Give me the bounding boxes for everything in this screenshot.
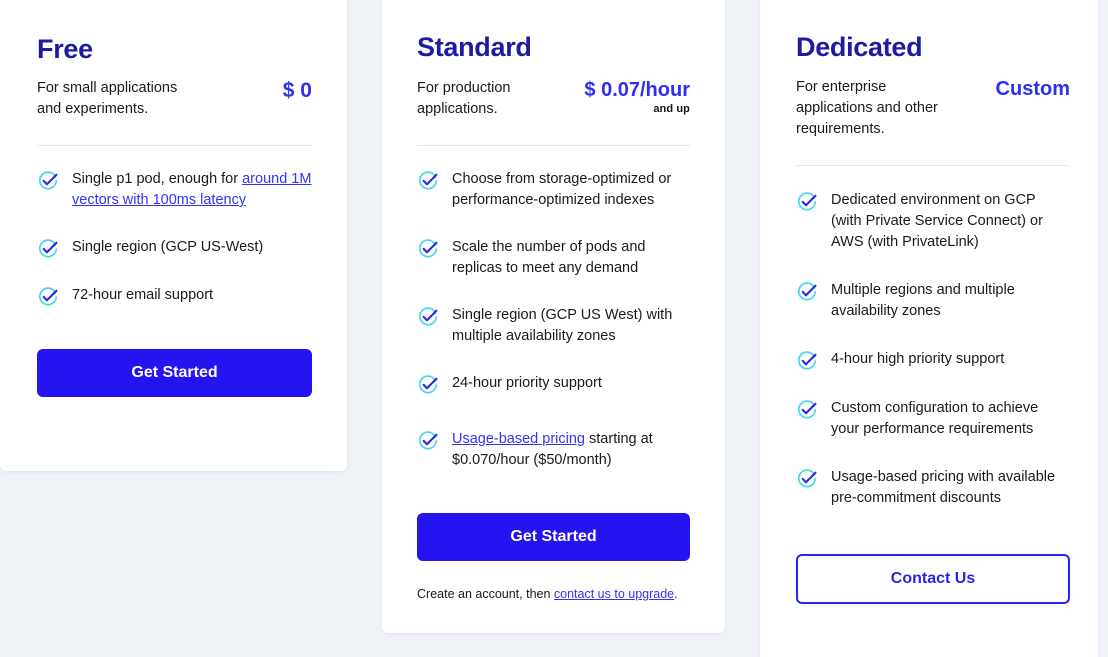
check-circle-icon bbox=[37, 286, 59, 308]
feature-list-standard: Choose from storage-optimized or perform… bbox=[417, 169, 690, 471]
feature-text: 4-hour high priority support bbox=[831, 351, 1005, 367]
list-item: 24-hour priority support bbox=[417, 373, 690, 395]
check-circle-icon bbox=[796, 191, 818, 213]
list-item: Scale the number of pods and replicas to… bbox=[417, 237, 690, 279]
plan-price: Custom bbox=[995, 78, 1070, 100]
plan-footnote: Create an account, then contact us to up… bbox=[417, 587, 678, 601]
feature-text: Scale the number of pods and replicas to… bbox=[452, 239, 646, 276]
pricing-card-standard: Standard For production applications. $ … bbox=[382, 0, 725, 633]
page-title: Free bbox=[37, 34, 93, 64]
pricing-card-dedicated: Dedicated For enterprise applications an… bbox=[760, 0, 1098, 657]
list-item: Choose from storage-optimized or perform… bbox=[417, 169, 690, 211]
pricing-plans-container: Free For small applications and experime… bbox=[0, 0, 1108, 657]
list-item: Single p1 pod, enough for around 1M vect… bbox=[37, 169, 312, 211]
pricing-card-free: Free For small applications and experime… bbox=[0, 0, 347, 471]
feature-text: Multiple regions and multiple availabili… bbox=[831, 282, 1015, 319]
feature-text: Usage-based pricing with available pre-c… bbox=[831, 469, 1056, 506]
plan-header-row-standard: For production applications. $ 0.07/hour… bbox=[417, 78, 690, 120]
inline-link[interactable]: Usage-based pricing bbox=[452, 431, 585, 447]
divider bbox=[37, 145, 312, 146]
feature-text: 72-hour email support bbox=[72, 287, 214, 303]
list-item: 4-hour high priority support bbox=[796, 349, 1070, 371]
plan-price: $ 0 bbox=[282, 79, 312, 102]
list-item: Multiple regions and multiple availabili… bbox=[796, 280, 1070, 322]
check-circle-icon bbox=[417, 306, 439, 328]
divider bbox=[417, 145, 690, 146]
cta-wrapper-dedicated: Contact Us bbox=[796, 554, 1070, 604]
list-item: Custom configuration to achieve your per… bbox=[796, 398, 1070, 440]
contact-us-button[interactable]: Contact Us bbox=[796, 554, 1070, 604]
feature-text: Single region (GCP US-West) bbox=[72, 239, 264, 255]
list-item: Dedicated environment on GCP (with Priva… bbox=[796, 190, 1070, 253]
plan-tagline: For production applications. bbox=[417, 80, 511, 117]
cta-wrapper-standard: Get Started bbox=[417, 513, 690, 561]
check-circle-icon bbox=[37, 238, 59, 260]
plan-tagline: For enterprise applications and other re… bbox=[796, 79, 938, 137]
list-item: Single region (GCP US West) with multipl… bbox=[417, 305, 690, 347]
plan-price: $ 0.07/hour bbox=[584, 79, 690, 101]
check-circle-icon bbox=[37, 170, 59, 192]
check-circle-icon bbox=[796, 281, 818, 303]
feature-list-free: Single p1 pod, enough for around 1M vect… bbox=[37, 169, 312, 307]
feature-text: Usage-based pricing starting at $0.070/h… bbox=[452, 431, 653, 468]
feature-text: Single p1 pod, enough for around 1M vect… bbox=[72, 171, 312, 208]
cta-wrapper-free: Get Started bbox=[37, 349, 312, 397]
plan-tagline: For small applications and experiments. bbox=[37, 80, 178, 117]
inline-link[interactable]: contact us to upgrade bbox=[554, 587, 674, 601]
check-circle-icon bbox=[796, 399, 818, 421]
feature-text: 24-hour priority support bbox=[452, 375, 602, 391]
plan-price-note: and up bbox=[653, 103, 690, 115]
list-item: 72-hour email support bbox=[37, 285, 312, 307]
inline-link[interactable]: around 1M vectors with 100ms latency bbox=[72, 171, 311, 208]
plan-header-row-free: For small applications and experiments. … bbox=[37, 78, 312, 120]
list-item: Usage-based pricing starting at $0.070/h… bbox=[417, 429, 690, 471]
get-started-button[interactable]: Get Started bbox=[37, 349, 312, 397]
plan-price-block: $ 0.07/hour and up bbox=[584, 78, 690, 116]
plan-title-standard: Standard bbox=[417, 32, 532, 62]
check-circle-icon bbox=[796, 350, 818, 372]
check-circle-icon bbox=[796, 468, 818, 490]
plan-title-dedicated: Dedicated bbox=[796, 32, 923, 62]
list-item: Single region (GCP US-West) bbox=[37, 237, 312, 259]
plan-price-block: $ 0 bbox=[283, 78, 312, 104]
feature-text: Choose from storage-optimized or perform… bbox=[452, 171, 672, 208]
get-started-button[interactable]: Get Started bbox=[417, 513, 690, 561]
plan-price-block: Custom bbox=[996, 77, 1070, 102]
feature-list-dedicated: Dedicated environment on GCP (with Priva… bbox=[796, 190, 1070, 509]
feature-text: Custom configuration to achieve your per… bbox=[831, 400, 1039, 437]
check-circle-icon bbox=[417, 374, 439, 396]
check-circle-icon bbox=[417, 430, 439, 452]
check-circle-icon bbox=[417, 170, 439, 192]
list-item: Usage-based pricing with available pre-c… bbox=[796, 467, 1070, 509]
plan-header-row-dedicated: For enterprise applications and other re… bbox=[796, 77, 1070, 140]
feature-text: Dedicated environment on GCP (with Priva… bbox=[831, 192, 1043, 250]
check-circle-icon bbox=[417, 238, 439, 260]
feature-text: Single region (GCP US West) with multipl… bbox=[452, 307, 673, 344]
divider bbox=[796, 165, 1070, 166]
